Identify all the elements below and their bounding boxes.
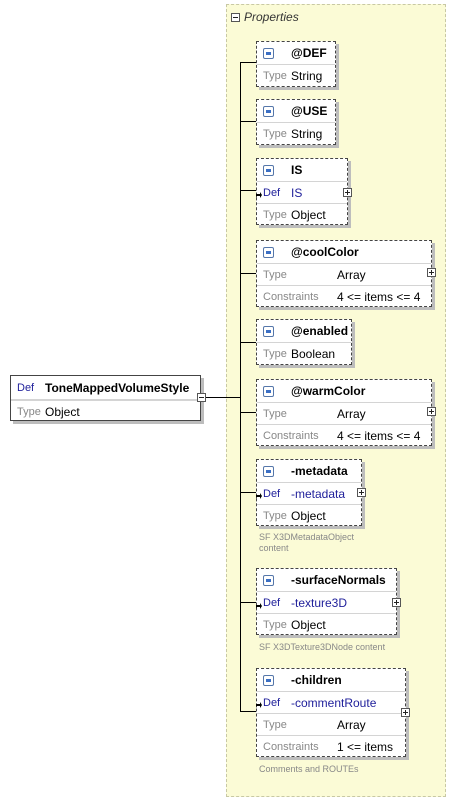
property-name: IS	[291, 163, 303, 177]
row-value: String	[291, 126, 323, 141]
element-icon	[263, 164, 274, 176]
row-value: Array	[337, 717, 366, 732]
branch-warmcolor	[240, 412, 256, 413]
branch-children	[240, 711, 256, 712]
property-def[interactable]: @DEF Type String	[256, 41, 336, 87]
property-warmcolor[interactable]: @warmColor Type Array Constraints 4 <= ite…	[256, 379, 436, 446]
element-icon	[263, 465, 274, 477]
expand-icon[interactable]	[392, 598, 401, 607]
row-value: Array	[337, 267, 366, 282]
row-label: Type	[263, 127, 287, 140]
row-value: Object	[291, 617, 326, 632]
row-label: Type	[263, 718, 287, 731]
row-label: Type	[263, 208, 287, 221]
row-value: -commentRoute	[291, 695, 377, 710]
collapse-icon[interactable]	[231, 12, 240, 22]
property-name: @DEF	[291, 46, 327, 60]
root-node[interactable]: Def ToneMappedVolumeStyle Type Object	[10, 375, 206, 421]
properties-header[interactable]: Properties	[231, 9, 299, 25]
attribute-icon	[263, 385, 274, 397]
row-label: Constraints	[263, 429, 319, 442]
properties-title: Properties	[244, 10, 299, 24]
reference-arrow-icon	[256, 192, 262, 198]
note-line: SF X3DTexture3DNode content	[259, 642, 386, 652]
row-label: Type	[263, 69, 287, 82]
root-collapse-icon[interactable]	[197, 393, 206, 402]
row-label: Type	[263, 347, 287, 360]
root-name: ToneMappedVolumeStyle	[45, 380, 190, 395]
property-is[interactable]: IS Def IS Type Object	[256, 158, 352, 225]
expand-icon[interactable]	[343, 188, 352, 197]
root-connector	[206, 397, 240, 398]
property-name: @coolColor	[291, 245, 359, 259]
root-type-label: Type	[17, 405, 41, 418]
row-value: Object	[291, 207, 326, 222]
reference-arrow-icon	[256, 603, 262, 609]
root-def-label: Def	[17, 381, 35, 394]
attribute-icon	[263, 246, 274, 258]
branch-use	[240, 121, 256, 122]
element-icon	[263, 574, 274, 586]
attribute-icon	[263, 47, 274, 59]
branch-surfacenormals	[240, 602, 256, 603]
row-value: String	[291, 68, 323, 83]
property-metadata[interactable]: -metadata Def -metadata Type Object	[256, 459, 366, 526]
property-use[interactable]: @USE Type String	[256, 99, 336, 145]
note-line: SF X3DMetadataObject	[259, 532, 355, 542]
row-label: Type	[263, 268, 287, 281]
property-name: @enabled	[291, 324, 349, 338]
row-value: 4 <= items <= 4	[337, 428, 421, 443]
branch-def	[240, 62, 256, 63]
row-value: -texture3D	[291, 595, 348, 610]
property-name: -surfaceNormals	[291, 573, 386, 587]
branch-coolcolor	[240, 273, 256, 274]
row-value: Object	[291, 508, 326, 523]
property-enabled[interactable]: @enabled Type Boolean	[256, 319, 352, 365]
row-label: Constraints	[263, 740, 319, 753]
branch-enabled	[240, 342, 256, 343]
row-value: Array	[337, 406, 366, 421]
metadata-note: SF X3DMetadataObject content	[259, 532, 354, 554]
row-label: Def	[263, 487, 281, 500]
attribute-icon	[263, 105, 274, 117]
attribute-icon	[263, 325, 274, 337]
row-label: Type	[263, 509, 287, 522]
row-label: Constraints	[263, 290, 319, 303]
note-line: Comments and ROUTEs	[259, 764, 359, 774]
property-name: @USE	[291, 104, 328, 118]
property-children[interactable]: -children Def -commentRoute Type Array Con…	[256, 668, 410, 757]
row-value: 4 <= items <= 4	[337, 289, 421, 304]
property-name: -metadata	[291, 464, 348, 478]
row-label: Def	[263, 596, 281, 609]
row-label: Type	[263, 618, 287, 631]
branch-metadata	[240, 492, 256, 493]
expand-icon[interactable]	[427, 407, 436, 416]
root-type-value: Object	[45, 404, 80, 419]
trunk-line	[240, 62, 241, 711]
property-name: -children	[291, 673, 342, 687]
row-label: Def	[263, 696, 281, 709]
expand-icon[interactable]	[427, 268, 436, 277]
reference-arrow-icon	[256, 493, 262, 499]
row-label: Def	[263, 186, 281, 199]
row-value: Boolean	[291, 346, 336, 361]
reference-arrow-icon	[256, 702, 262, 708]
property-name: @warmColor	[291, 384, 366, 398]
expand-icon[interactable]	[357, 488, 366, 497]
branch-is	[240, 190, 256, 191]
row-value: IS	[291, 185, 303, 200]
property-coolcolor[interactable]: @coolColor Type Array Constraints 4 <= ite…	[256, 240, 436, 307]
surfacenormals-note: SF X3DTexture3DNode content	[259, 642, 385, 653]
row-label: Type	[263, 407, 287, 420]
children-note: Comments and ROUTEs	[259, 764, 359, 775]
property-surfacenormals[interactable]: -surfaceNormals Def -texture3D Type Object	[256, 568, 401, 635]
row-value: 1 <= items	[337, 739, 394, 754]
row-value: -metadata	[291, 486, 346, 501]
element-icon	[263, 674, 274, 686]
note-line: content	[259, 543, 289, 553]
expand-icon[interactable]	[401, 708, 410, 717]
